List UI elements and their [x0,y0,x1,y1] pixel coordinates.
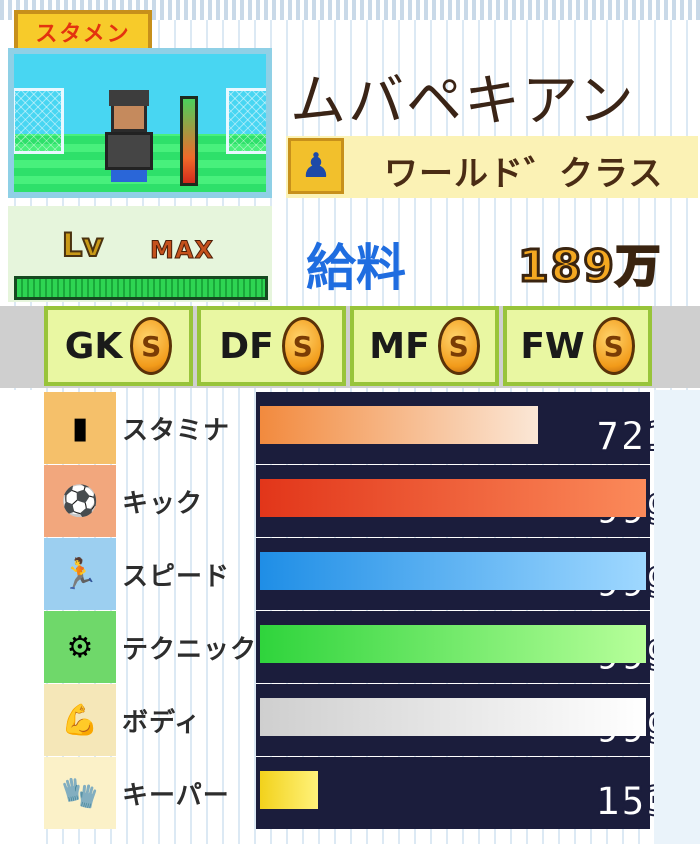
position-label: MF [369,325,430,367]
stat-label: スタミナ [122,416,231,446]
goal-net-left [14,88,64,154]
stat-row[interactable]: ⚙テクニック9999 [44,611,696,683]
stat-label: キック [122,489,204,519]
person-icon: ♟ [288,138,344,194]
player-sprite [102,90,156,188]
position-fw[interactable]: FW S [503,306,652,386]
stat-bar-fill [260,479,646,517]
condition-gauge [180,96,198,186]
grade-coin-icon: S [281,317,324,375]
position-label: FW [520,325,585,367]
experience-bar [14,276,268,300]
stat-row[interactable]: 🧤 キーパー 1533 [44,757,696,829]
keeper-icon: 🧤 [44,757,116,829]
position-mf[interactable]: MF S [350,306,499,386]
grade-coin-icon: S [592,317,635,375]
technique-icon: ⚙ [44,611,116,683]
stats-right-frame [654,390,700,844]
stat-row[interactable]: ▮ スタミナ 7219 [44,392,696,464]
stat-row[interactable]: ⚽キック9999 [44,465,696,537]
stat-bar-fill [260,771,318,809]
position-label: GK [64,325,123,367]
stat-label: スピード [122,562,231,592]
kick-icon: ⚽ [44,465,116,537]
position-label: DF [219,325,274,367]
stats-left-frame [0,390,44,844]
stat-label: ボディ [122,708,202,738]
goal-net-right [226,88,266,154]
stat-bar-fill [260,625,646,663]
position-df[interactable]: DF S [197,306,346,386]
stats-list: ▮スタミナ7219⚽キック9999🏃スピード9999⚙テクニック9999💪ボディ… [44,392,696,832]
player-name: ムバペキアン [290,69,636,134]
starter-badge-label: スタメン [35,22,131,47]
player-portrait[interactable] [8,48,272,198]
battery-icon: ▮ [44,392,116,464]
player-feet [111,170,147,182]
stat-bar-fill [260,698,646,736]
player-hair [109,90,149,106]
player-body [105,132,153,170]
stat-label: キーパー [122,781,230,811]
stat-row[interactable]: 💪ボディ9999 [44,684,696,756]
grade-coin-icon: S [130,317,173,375]
grade-coin-icon: S [437,317,480,375]
player-rank: ワールド゛クラス [384,154,664,194]
runner-icon: 🏃 [44,538,116,610]
stat-label: テクニック [122,635,258,665]
salary-value: 189万 [517,240,662,294]
muscle-icon: 💪 [44,684,116,756]
level-max-label: MAX [150,236,214,265]
salary-label: 給料 [306,239,406,297]
stat-bar-fill [260,406,538,444]
level-label: Lv [61,225,104,265]
stat-bar-fill [260,552,646,590]
position-gk[interactable]: GK S [44,306,193,386]
position-grades: GK S DF S MF S FW S [44,306,652,386]
stat-row[interactable]: 🏃スピード9999 [44,538,696,610]
